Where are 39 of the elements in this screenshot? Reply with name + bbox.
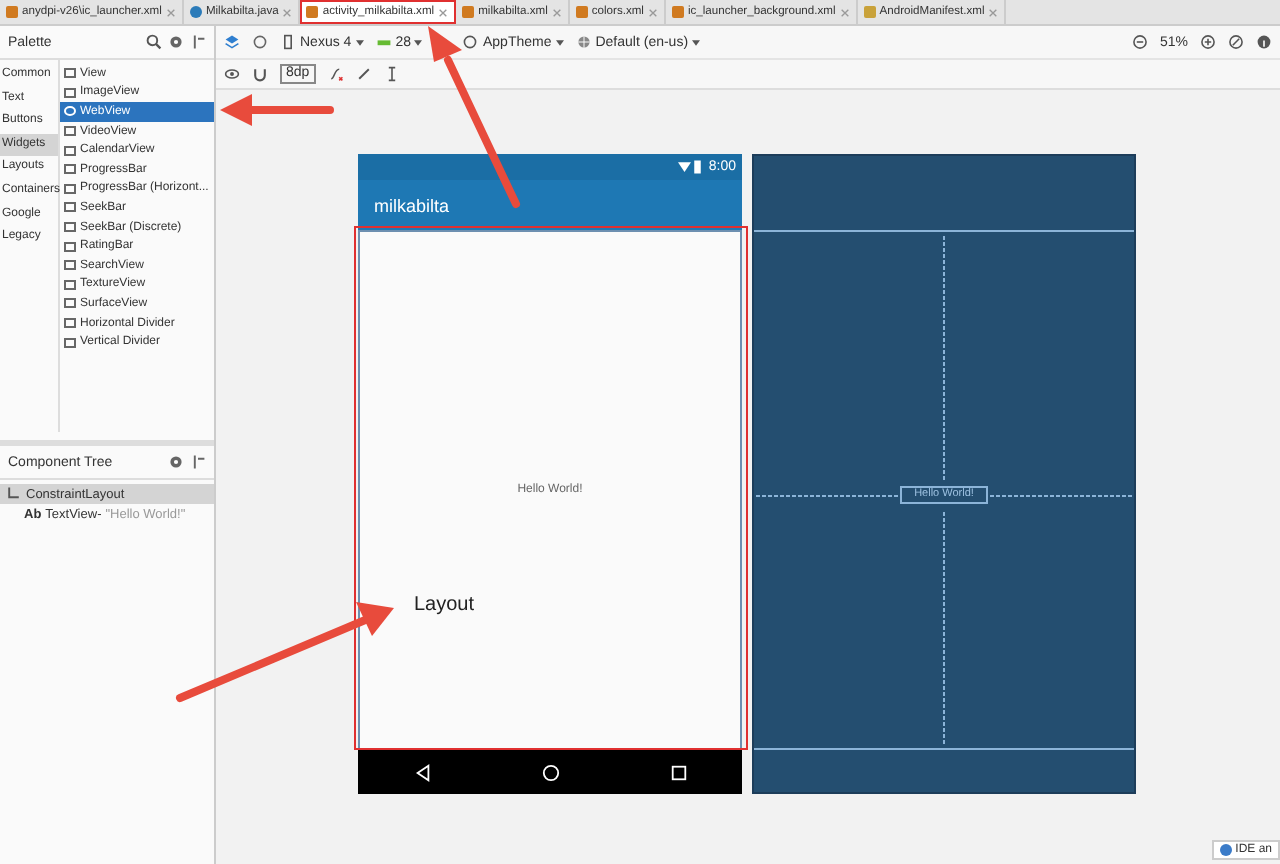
clear-constraints-icon[interactable] <box>327 66 344 82</box>
info-icon[interactable] <box>1256 34 1272 50</box>
phone-icon <box>280 34 296 50</box>
fit-icon[interactable] <box>1228 34 1244 50</box>
back-icon[interactable] <box>413 763 431 781</box>
zoom-out-icon[interactable] <box>1131 34 1148 50</box>
file-icon <box>462 6 475 18</box>
annotation-label: Layout <box>414 594 475 616</box>
info-icon <box>1219 844 1232 856</box>
close-icon[interactable] <box>438 7 449 17</box>
zoom-in-icon[interactable] <box>1200 34 1216 50</box>
file-icon <box>575 6 588 18</box>
arrow <box>220 94 334 126</box>
file-icon <box>189 6 202 18</box>
theme-icon <box>462 34 479 50</box>
caret-icon <box>555 39 564 45</box>
eye-icon[interactable] <box>224 66 240 82</box>
align-icon[interactable] <box>383 66 400 82</box>
caret-icon <box>414 39 423 45</box>
pin-icon[interactable] <box>190 34 206 50</box>
pin-icon[interactable] <box>190 454 206 470</box>
file-icon <box>671 6 684 18</box>
signal-battery-icon <box>678 160 705 174</box>
app-title: milkabilta <box>374 195 450 215</box>
file-icon <box>6 6 18 18</box>
search-icon[interactable] <box>146 34 162 50</box>
layers-icon[interactable] <box>224 34 240 50</box>
file-icon <box>863 6 876 18</box>
settings-icon[interactable] <box>168 454 184 470</box>
settings-icon[interactable] <box>168 34 184 50</box>
home-icon[interactable] <box>541 763 559 781</box>
caret-icon <box>355 39 364 45</box>
file-icon <box>306 6 319 18</box>
api-icon <box>375 34 392 50</box>
globe-icon <box>575 34 592 50</box>
caret-icon <box>692 39 701 45</box>
magnet-icon[interactable] <box>252 66 268 82</box>
recents-icon[interactable] <box>669 763 687 781</box>
layout-icon <box>6 486 22 502</box>
